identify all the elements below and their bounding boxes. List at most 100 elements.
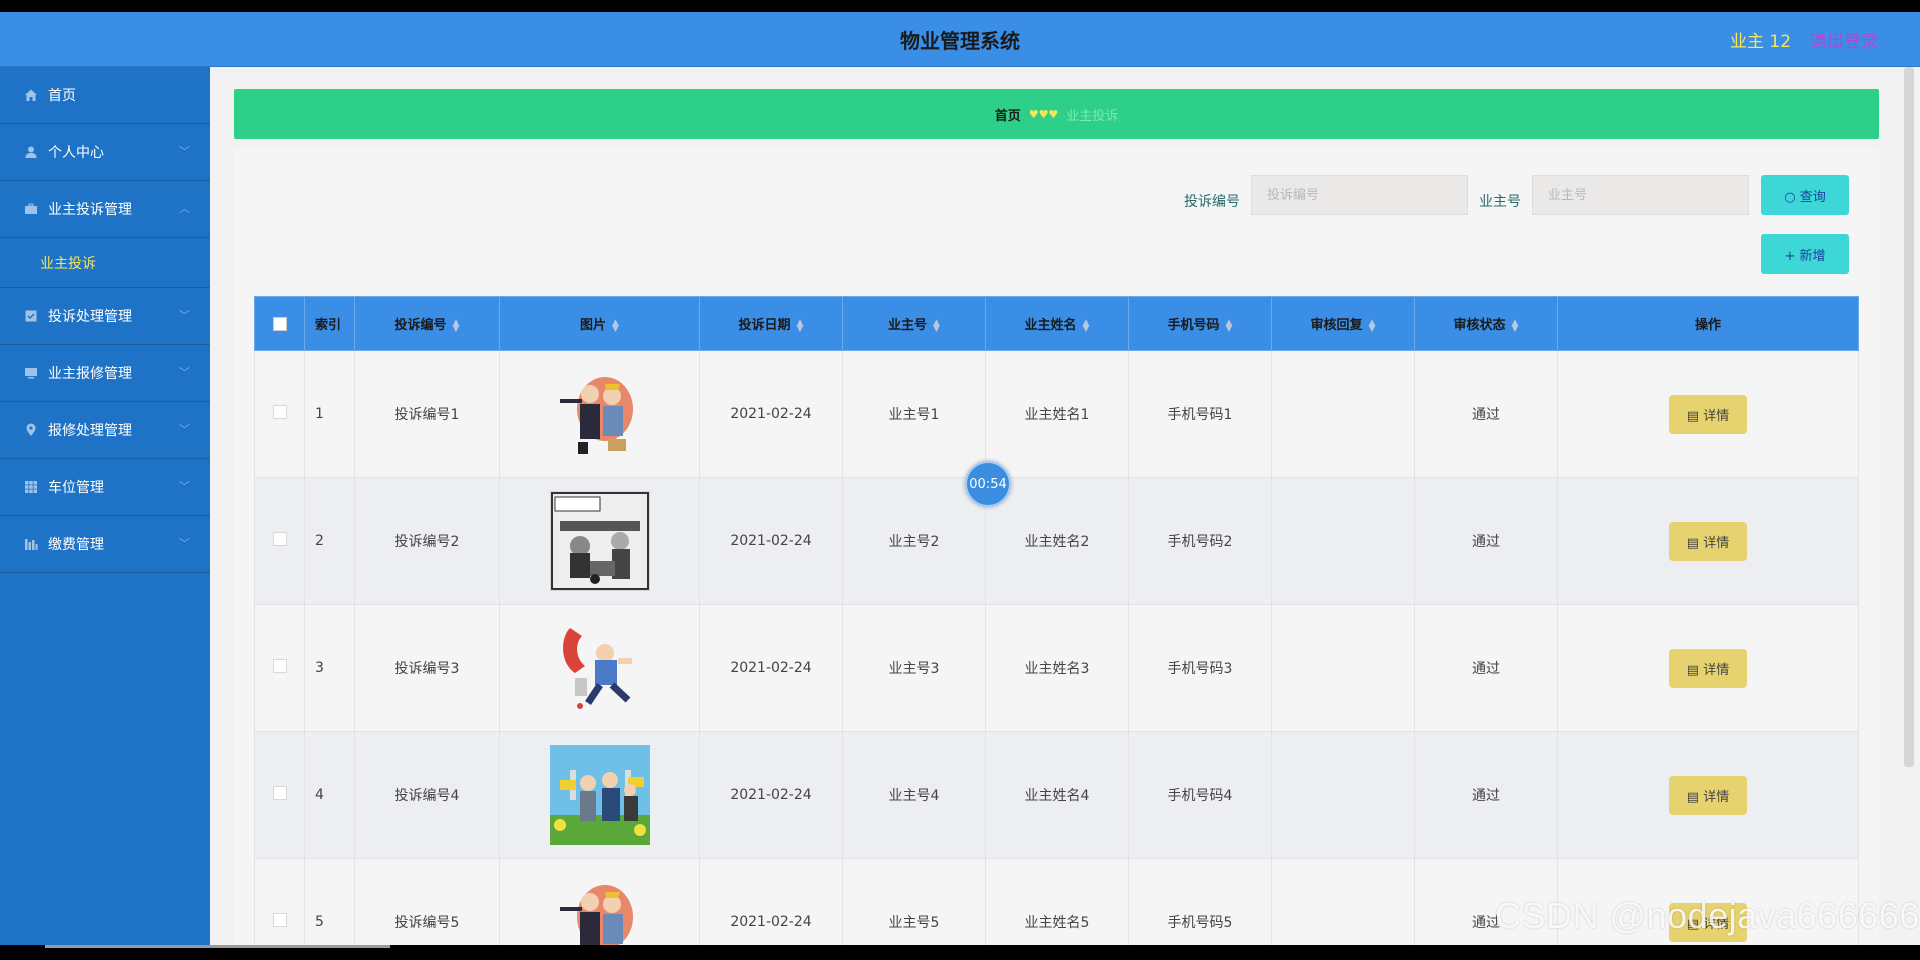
complaint-no-input[interactable] [1251,175,1468,215]
owner-no-input[interactable] [1532,175,1749,215]
column-header-label: 图片 [580,318,607,333]
top-header: 物业管理系统 业主 12 退出登录 [0,12,1920,67]
table-row[interactable]: 3 投诉编号3 2021-02-24 业主号3 业主姓名3 手机号码3 通过 ▤ 详情 [254,604,1859,732]
cell-status: 通过 [1414,604,1558,732]
row-checkbox[interactable] [272,786,287,800]
sidebar-item-label: 首页 [48,88,76,104]
cell-owner-name: 业主姓名4 [985,731,1129,859]
cell-date: 2021-02-24 [699,604,843,732]
main-content: 首页 ♥♥♥ 业主投诉 投诉编号 业主号 ○ 查询 + 新增 [210,67,1900,945]
briefcase-icon [23,201,39,217]
plus-icon: + [1784,248,1800,264]
table-row[interactable]: 2 投诉编号2 2021-02-24 业主号2 业主姓名2 手机号码2 通过 ▤ 详情 [254,477,1859,605]
row-checkbox[interactable] [272,532,287,546]
column-header-phone[interactable]: 手机号码 ▲ ▼ [1128,296,1272,351]
row-checkbox[interactable] [272,659,287,673]
column-header-actions: 操作 [1557,296,1859,351]
sidebar-item-owner-repair-mgmt[interactable]: 业主报修管理 ﹀ [0,345,210,402]
cell-index: 2 [304,477,355,605]
chevron-down-icon: ﹀ [179,145,190,158]
row-checkbox[interactable] [272,405,287,419]
sidebar-item-payment-mgmt[interactable]: 缴费管理 ﹀ [0,516,210,573]
cell-owner-no: 业主号2 [842,477,986,605]
chevron-down-icon: ﹀ [179,480,190,493]
column-header-complaint-no[interactable]: 投诉编号 ▲ ▼ [354,296,500,351]
complaint-no-label: 投诉编号 [1184,194,1240,210]
sidebar-item-label: 报修处理管理 [48,423,132,439]
sort-icon[interactable]: ▲ ▼ [612,318,619,333]
row-checkbox[interactable] [272,913,287,927]
cell-owner-name: 业主姓名3 [985,604,1129,732]
sidebar-item-home[interactable]: 首页 [0,67,210,124]
row-select-cell[interactable] [254,858,305,945]
sort-icon[interactable]: ▲ ▼ [1369,318,1376,333]
row-select-cell[interactable] [254,477,305,605]
cell-complaint-no: 投诉编号4 [354,731,500,859]
column-header-reply[interactable]: 审核回复 ▲ ▼ [1271,296,1415,351]
sidebar-item-label: 业主报修管理 [48,366,132,382]
sort-icon[interactable]: ▲ ▼ [1512,318,1519,333]
cell-actions: ▤ 详情 [1557,604,1859,732]
grid-icon [23,479,39,495]
cell-phone: 手机号码5 [1128,858,1272,945]
document-icon: ▤ [1686,535,1704,551]
table-row[interactable]: 1 投诉编号1 2021-02-24 业主号1 业主姓名1 手机号码1 通过 ▤ 详情 [254,350,1859,478]
row-select-cell[interactable] [254,604,305,732]
chevron-up-icon: ︿ [179,202,190,215]
sidebar-item-parking-mgmt[interactable]: 车位管理 ﹀ [0,459,210,516]
detail-button-label: 详情 [1703,789,1730,805]
logout-link[interactable]: 退出登录 [1810,27,1878,52]
select-all-cell[interactable] [254,296,305,351]
detail-button[interactable]: ▤ 详情 [1669,521,1747,561]
column-header-date[interactable]: 投诉日期 ▲ ▼ [699,296,843,351]
content-panel: 投诉编号 业主号 ○ 查询 + 新增 索引 [234,148,1879,945]
sort-icon[interactable]: ▲ ▼ [797,318,804,333]
cell-owner-name: 业主姓名5 [985,858,1129,945]
query-button-label: 查询 [1799,189,1826,205]
sidebar-item-owner-complaint-mgmt[interactable]: 业主投诉管理 ︿ [0,181,210,238]
cell-index: 5 [304,858,355,945]
cell-owner-no: 业主号5 [842,858,986,945]
video-progress-bar [45,945,390,948]
search-icon: ○ [1784,189,1800,205]
vertical-scrollbar[interactable] [1904,67,1914,767]
column-header-owner-name[interactable]: 业主姓名 ▲ ▼ [985,296,1129,351]
cell-reply [1271,604,1415,732]
home-icon [23,87,39,103]
row-select-cell[interactable] [254,731,305,859]
cell-date: 2021-02-24 [699,858,843,945]
sort-icon[interactable]: ▲ ▼ [1083,318,1090,333]
sort-icon[interactable]: ▲ ▼ [453,318,460,333]
sort-icon[interactable]: ▲ ▼ [1226,318,1233,333]
document-icon: ▤ [1686,789,1704,805]
bar-chart-icon [23,536,39,552]
row-select-cell[interactable] [254,350,305,478]
column-header-owner-no[interactable]: 业主号 ▲ ▼ [842,296,986,351]
complaint-image [549,491,650,591]
cell-reply [1271,477,1415,605]
sidebar-item-label: 投诉处理管理 [48,309,132,325]
complaint-image [549,745,650,845]
column-header-image[interactable]: 图片 ▲ ▼ [499,296,700,351]
column-header-label: 审核回复 [1310,318,1363,333]
detail-button[interactable]: ▤ 详情 [1669,775,1747,815]
cell-owner-no: 业主号1 [842,350,986,478]
sidebar-item-complaint-handling[interactable]: 投诉处理管理 ﹀ [0,288,210,345]
sidebar-subitem-owner-complaint[interactable]: 业主投诉 [0,238,210,288]
add-button[interactable]: + 新增 [1761,234,1849,274]
detail-button[interactable]: ▤ 详情 [1669,648,1747,688]
table-row[interactable]: 4 投诉编号4 2021-02-24 业主号4 业主姓名4 手机号码4 通过 ▤ 详情 [254,731,1859,859]
query-button[interactable]: ○ 查询 [1761,175,1849,215]
breadcrumb-current: 业主投诉 [1066,108,1119,124]
owner-no-label: 业主号 [1479,194,1521,210]
sidebar-item-personal-center[interactable]: 个人中心 ﹀ [0,124,210,181]
sidebar-item-repair-handling[interactable]: 报修处理管理 ﹀ [0,402,210,459]
detail-button-label: 详情 [1703,662,1730,678]
select-all-checkbox[interactable] [272,316,287,331]
sort-icon[interactable]: ▲ ▼ [933,318,940,333]
breadcrumb-home[interactable]: 首页 [995,105,1021,124]
cell-date: 2021-02-24 [699,477,843,605]
detail-button[interactable]: ▤ 详情 [1669,394,1747,434]
column-header-status[interactable]: 审核状态 ▲ ▼ [1414,296,1558,351]
cell-actions: ▤ 详情 [1557,731,1859,859]
